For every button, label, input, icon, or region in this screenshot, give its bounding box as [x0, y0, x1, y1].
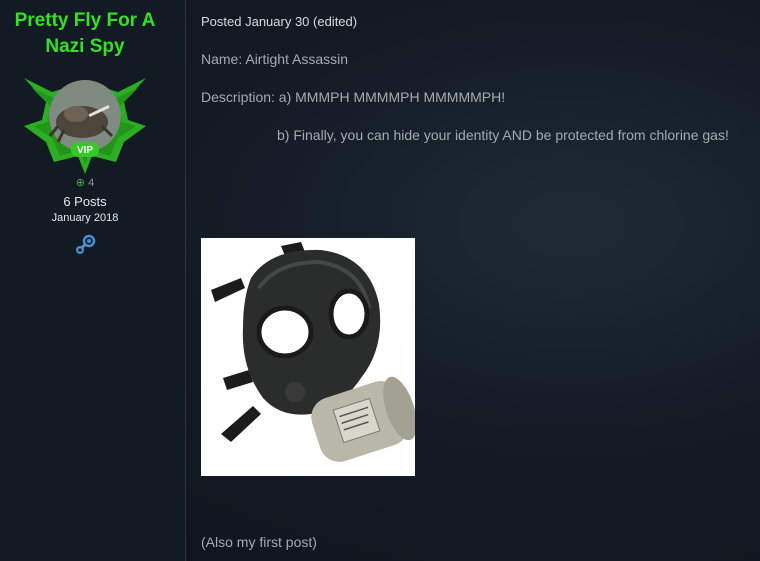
author-panel: Pretty Fly For A Nazi Spy VIP ⊕ 4 6 Post…	[0, 0, 185, 561]
avatar[interactable]: VIP	[18, 64, 152, 178]
reputation-value: 4	[88, 177, 95, 189]
author-username[interactable]: Pretty Fly For A Nazi Spy	[0, 8, 170, 60]
post-footer: (Also my first post)	[201, 534, 317, 550]
reputation-count: ⊕ 4	[0, 176, 170, 189]
vip-badge: VIP	[77, 145, 93, 156]
steam-icon[interactable]	[74, 234, 96, 256]
join-date: January 2018	[51, 212, 119, 224]
plus-circle-icon: ⊕	[75, 177, 86, 189]
post-count: 6 Posts	[63, 194, 107, 209]
item-name: Name: Airtight Assassin	[201, 51, 349, 67]
item-description-b: b) Finally, you can hide your identity A…	[277, 127, 729, 143]
item-description-a: Description: a) MMMPH MMMMPH MMMMMPH!	[201, 89, 506, 105]
gas-mask-image[interactable]	[201, 238, 417, 476]
panel-divider	[185, 0, 186, 561]
post-meta: Posted January 30 (edited)	[201, 14, 358, 29]
